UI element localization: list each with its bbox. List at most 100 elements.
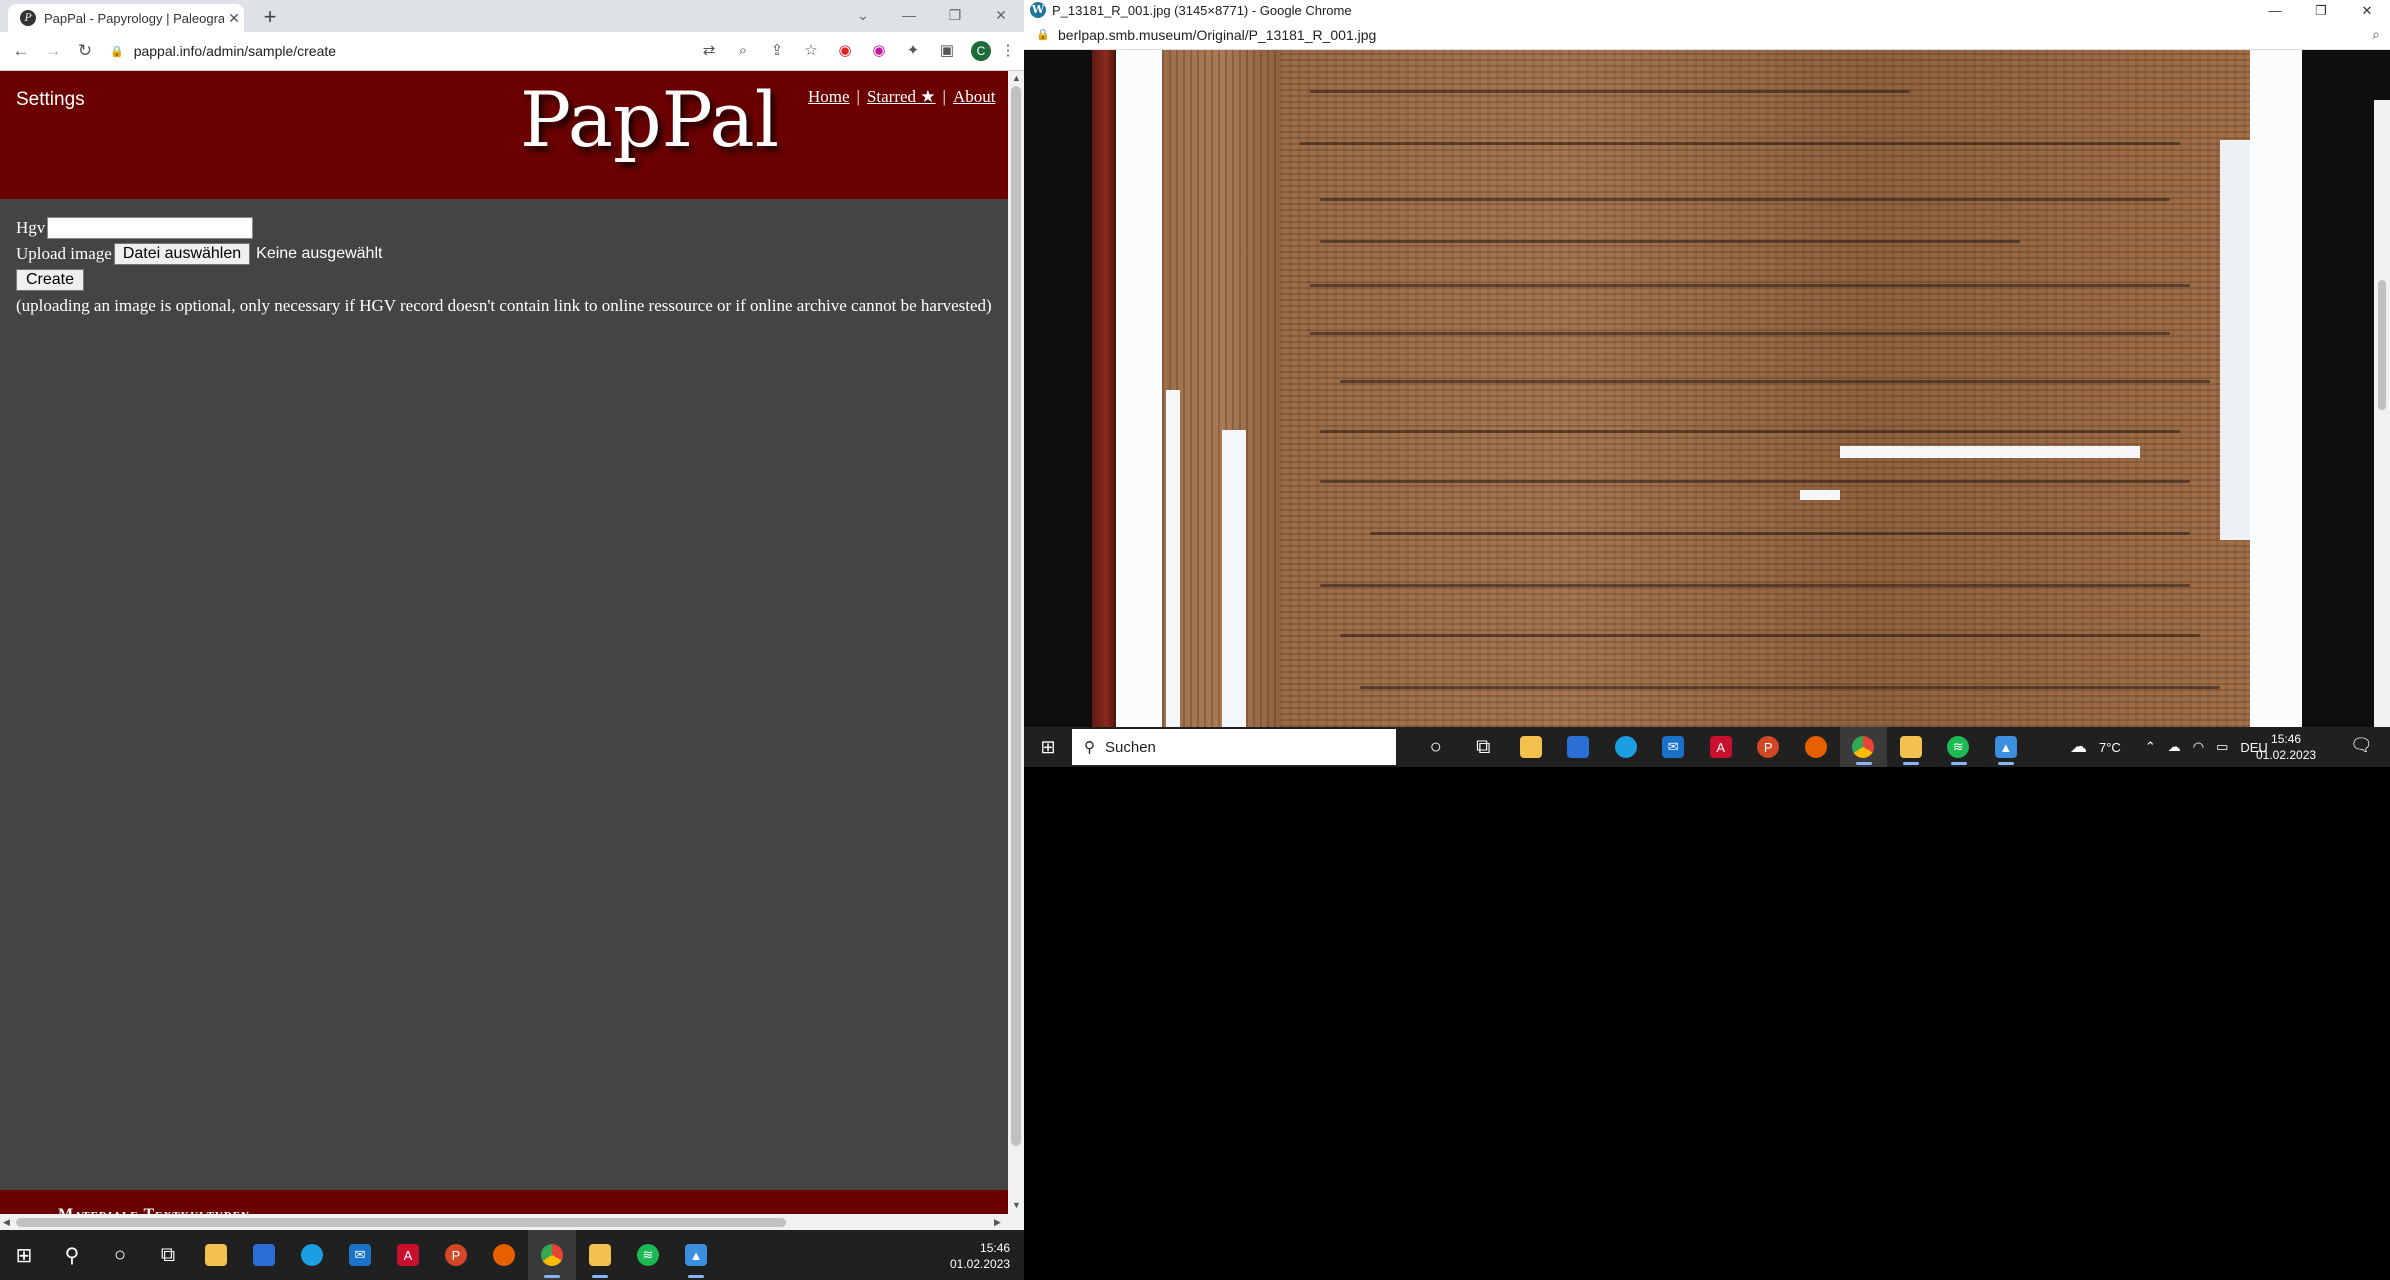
side-panel-icon[interactable]: ▣: [930, 38, 964, 64]
tray-chevron-up-icon[interactable]: ⌃: [2145, 739, 2156, 755]
right-cortana-circle-icon[interactable]: ○: [1412, 727, 1460, 767]
page-horizontal-scroll-thumb[interactable]: [16, 1218, 786, 1227]
scroll-left-icon[interactable]: ◀: [3, 1217, 10, 1228]
extension-purple-icon[interactable]: ◉: [862, 38, 896, 64]
search-placeholder: Suchen: [1105, 738, 1156, 756]
left-taskbar-clock[interactable]: 15:46 01.02.2023: [950, 1240, 1010, 1272]
right-mail-icon[interactable]: ✉: [1650, 727, 1698, 767]
new-tab-button[interactable]: +: [256, 4, 284, 30]
weather-cloud-icon[interactable]: ☁: [2070, 737, 2087, 757]
right-restore-icon[interactable]: ❐: [2298, 0, 2344, 22]
right-chrome-taskbar-icon[interactable]: [1839, 727, 1887, 767]
right-minimize-icon[interactable]: —: [2252, 0, 2298, 22]
pappal-favicon-icon: P: [20, 10, 36, 26]
upload-image-label: Upload image: [16, 244, 112, 263]
powerpoint-icon[interactable]: P: [432, 1230, 480, 1280]
restore-icon[interactable]: ❐: [932, 0, 978, 30]
notes-app-icon[interactable]: [576, 1230, 624, 1280]
right-zoom-icon[interactable]: ⌕: [2372, 26, 2380, 43]
mail-icon[interactable]: ✉: [336, 1230, 384, 1280]
create-button[interactable]: Create: [16, 269, 85, 291]
translate-icon[interactable]: ⇄: [692, 38, 726, 64]
battery-icon[interactable]: ▭: [2216, 739, 2228, 755]
start-windows-icon[interactable]: ⊞: [0, 1230, 48, 1280]
photos-icon[interactable]: ▲: [672, 1230, 720, 1280]
taskbar-search-box[interactable]: ⚲ Suchen: [1072, 729, 1396, 765]
notification-center-icon[interactable]: 🗨: [2350, 735, 2373, 756]
tab-title: PapPal - Papyrology | Paleograph: [44, 10, 224, 26]
right-vertical-scrollbar[interactable]: [2374, 100, 2390, 727]
right-spotify-icon[interactable]: ≋: [1935, 727, 1983, 767]
right-url-text: berlpap.smb.museum/Original/P_13181_R_00…: [1058, 27, 1377, 43]
extension-red-icon[interactable]: ◉: [828, 38, 862, 64]
extensions-puzzle-icon[interactable]: ✦: [896, 38, 930, 64]
cortana-circle-icon[interactable]: ○: [96, 1230, 144, 1280]
papyrus-image-viewer[interactable]: [1024, 50, 2390, 727]
right-close-icon[interactable]: ✕: [2344, 0, 2390, 22]
page-vertical-scroll-thumb[interactable]: [1011, 86, 1021, 1146]
menu-kebab-icon[interactable]: ⋮: [998, 38, 1018, 64]
hgv-label: Hgv: [16, 218, 46, 237]
address-bar[interactable]: 🔒 pappal.info/admin/sample/create: [110, 37, 710, 65]
close-window-icon[interactable]: ✕: [978, 0, 1024, 30]
wifi-icon[interactable]: ◠: [2193, 739, 2204, 755]
browser-toolbar: ← → ↻ 🔒 pappal.info/admin/sample/create …: [0, 32, 1024, 71]
right-photos-icon[interactable]: ▲: [1982, 727, 2030, 767]
edge-browser-icon[interactable]: [288, 1230, 336, 1280]
profile-avatar[interactable]: C: [971, 41, 991, 61]
tab-close-icon[interactable]: ✕: [224, 10, 244, 27]
taskbar-search-icon[interactable]: ⚲: [48, 1230, 96, 1280]
scroll-right-icon[interactable]: ▶: [994, 1217, 1001, 1228]
acrobat-icon[interactable]: A: [384, 1230, 432, 1280]
nav-starred-link[interactable]: Starred ★: [867, 87, 936, 106]
right-taskbar: ⊞ ⚲ Suchen ○ ⧉ ✉ A P ≋ ▲ ☁ 7°C ⌃ ☁ ◠ ▭ D…: [1024, 727, 2390, 767]
tab-search-icon[interactable]: ⌄: [840, 0, 886, 30]
right-taskbar-icons: ○ ⧉ ✉ A P ≋ ▲: [1412, 727, 2030, 767]
right-powerpoint-icon[interactable]: P: [1745, 727, 1793, 767]
search-magnifier-icon: ⚲: [1084, 739, 1095, 756]
right-taskbar-clock[interactable]: 15:46 01.02.2023: [2256, 731, 2316, 763]
left-browser-window: P PapPal - Papyrology | Paleograph ✕ + ⌄…: [0, 0, 1024, 1230]
right-browser-window: W P_13181_R_001.jpg (3145×8771) - Google…: [1024, 0, 2390, 727]
right-window-titlebar: W P_13181_R_001.jpg (3145×8771) - Google…: [1024, 0, 2390, 22]
reload-icon[interactable]: ↻: [72, 38, 98, 64]
forward-arrow-icon[interactable]: →: [40, 38, 66, 64]
settings-link[interactable]: Settings: [16, 89, 85, 111]
right-store-icon[interactable]: [1555, 727, 1603, 767]
store-icon[interactable]: [240, 1230, 288, 1280]
onedrive-icon[interactable]: ☁: [2168, 739, 2181, 755]
right-start-windows-icon[interactable]: ⊞: [1024, 727, 1072, 767]
right-notes-app-icon[interactable]: [1887, 727, 1935, 767]
back-arrow-icon[interactable]: ←: [8, 38, 34, 64]
spotify-icon[interactable]: ≋: [624, 1230, 672, 1280]
file-explorer-icon[interactable]: [192, 1230, 240, 1280]
zoom-icon[interactable]: ⌕: [726, 38, 760, 64]
create-sample-form: Hgv Upload image Datei auswählen Keine a…: [16, 215, 1008, 319]
tab-pappal[interactable]: P PapPal - Papyrology | Paleograph ✕: [8, 4, 244, 32]
minimize-icon[interactable]: —: [886, 0, 932, 30]
nav-home-link[interactable]: Home: [808, 87, 850, 106]
share-icon[interactable]: ⇪: [760, 38, 794, 64]
bookmark-star-icon[interactable]: ☆: [794, 38, 828, 64]
right-file-explorer-icon[interactable]: [1507, 727, 1555, 767]
pappal-page: Settings PapPal Home | Starred ★ | About Hgv…: [0, 71, 1008, 1230]
weather-temperature[interactable]: 7°C: [2099, 740, 2121, 755]
nav-about-link[interactable]: About: [953, 87, 996, 106]
scroll-down-icon[interactable]: ▼: [1012, 1200, 1021, 1210]
scroll-up-icon[interactable]: ▲: [1012, 73, 1021, 83]
hgv-input[interactable]: [47, 217, 254, 239]
right-edge-browser-icon[interactable]: [1602, 727, 1650, 767]
window-controls: ⌄ — ❐ ✕: [840, 0, 1024, 30]
upload-note: (uploading an image is optional, only ne…: [16, 296, 992, 315]
right-firefox-icon[interactable]: [1792, 727, 1840, 767]
right-task-view-icon[interactable]: ⧉: [1460, 727, 1508, 767]
right-vertical-scroll-thumb[interactable]: [2378, 280, 2386, 410]
choose-file-button[interactable]: Datei auswählen: [113, 243, 251, 265]
firefox-icon[interactable]: [480, 1230, 528, 1280]
no-file-selected-text: Keine ausgewählt: [256, 245, 383, 262]
right-address-bar[interactable]: 🔒 berlpap.smb.museum/Original/P_13181_R_…: [1024, 22, 2390, 50]
site-logo: PapPal: [520, 75, 780, 164]
right-acrobat-icon[interactable]: A: [1697, 727, 1745, 767]
task-view-icon[interactable]: ⧉: [144, 1230, 192, 1280]
chrome-taskbar-icon[interactable]: [528, 1230, 576, 1280]
